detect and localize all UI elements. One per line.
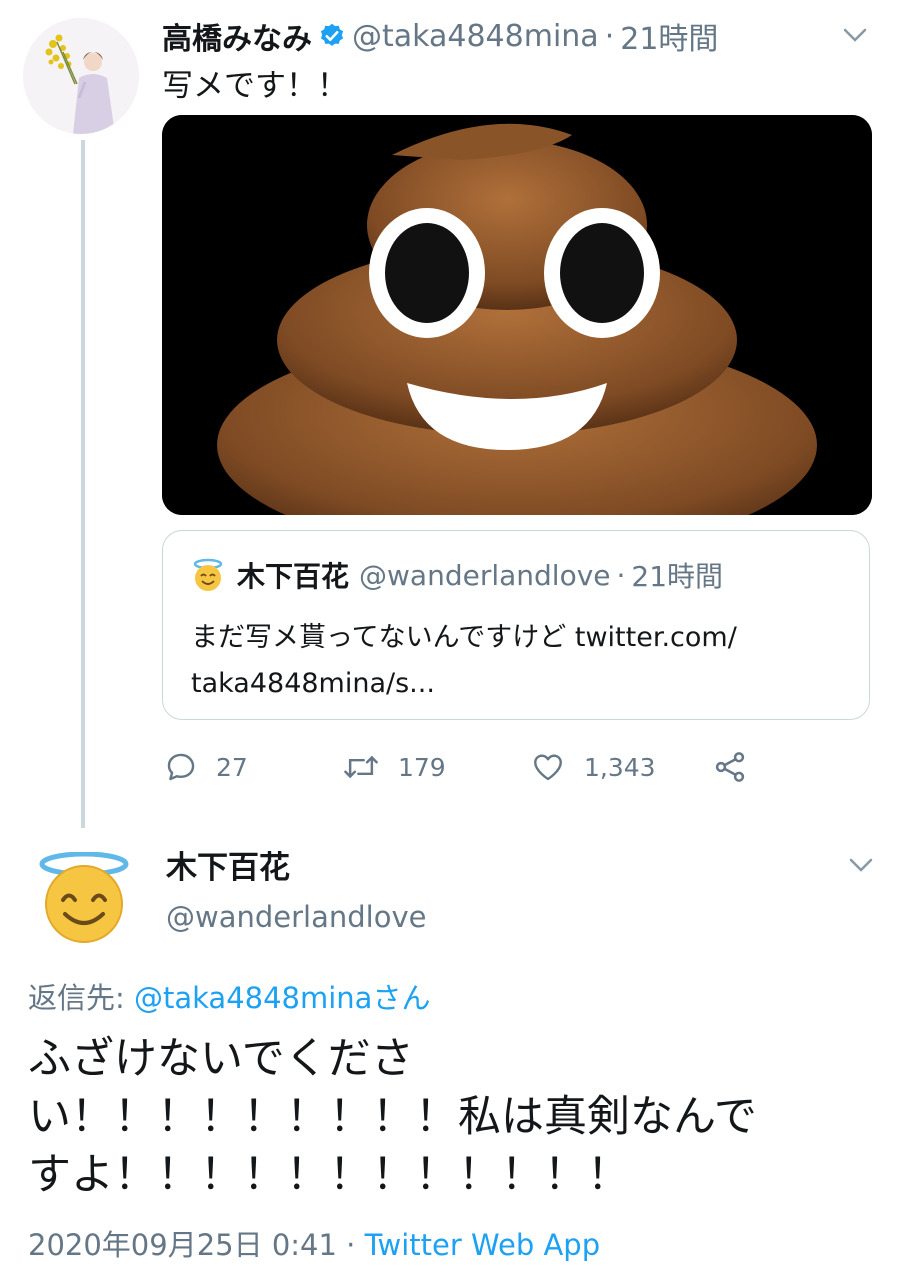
reply-to-mention-link[interactable]: @taka4848minaさん [134,981,430,1015]
avatar[interactable] [23,18,139,134]
quoted-timestamp: 21時間 [631,560,724,593]
source-app-link[interactable]: Twitter Web App [365,1228,601,1262]
tweet-header: 高橋みなみ @taka4848mina · 21時間 [162,14,718,58]
separator: · [616,558,626,592]
reply-to-label: 返信先: [28,981,134,1015]
handle[interactable]: @wanderlandlove [166,900,426,934]
chevron-down-icon[interactable] [842,26,868,44]
display-name[interactable]: 木下百花 [166,842,290,887]
retweet-count: 179 [398,752,446,782]
reply-count: 27 [216,752,248,782]
reply-icon [167,753,195,781]
retweet-button[interactable]: 179 [342,744,446,790]
quoted-handle: @wanderlandlove [359,558,611,592]
like-count: 1,343 [584,752,656,782]
thread-connector [81,140,85,828]
tweet-actions: 27 179 1,343 [162,744,762,790]
quoted-display-name: 木下百花 [237,560,350,593]
display-name[interactable]: 高橋みなみ [162,14,312,58]
verified-badge-icon [318,22,346,50]
avatar[interactable] [38,851,130,944]
timestamp[interactable]: 21時間 [620,14,718,58]
like-button[interactable]: 1,343 [530,744,656,790]
tweet-metadata: 2020年09月25日 0:41 · Twitter Web App [28,1222,600,1264]
like-icon [534,754,562,781]
tweet-text: ふざけないでくださ い！！！！！！！！！私は真剣なんで すよ！！！！！！！！！！… [28,1034,757,1200]
reply-to-line: 返信先: @taka4848minaさん [28,975,430,1017]
reply-button[interactable]: 27 [164,744,248,790]
quoted-tweet-card[interactable]: 木下百花 @wanderlandlove · 21時間 まだ写メ貰ってないんです… [162,530,870,720]
chevron-down-icon[interactable] [848,856,874,874]
smiling-face-with-halo-icon [191,558,225,592]
tweet-media-image[interactable] [162,115,872,515]
separator: · [336,1228,365,1262]
share-button[interactable] [712,744,766,790]
tweet-timestamp[interactable]: 2020年09月25日 0:41 [28,1228,337,1262]
separator: · [604,18,615,54]
quoted-tweet-header: 木下百花 @wanderlandlove · 21時間 [191,555,723,595]
share-icon [715,752,745,782]
tweet-text: 写メです！！ [162,68,348,104]
handle[interactable]: @taka4848mina [352,19,599,54]
retweet-icon [344,755,378,779]
quoted-tweet-text: まだ写メ貰ってないんですけど twitter.com/ taka4848mina… [191,622,737,699]
